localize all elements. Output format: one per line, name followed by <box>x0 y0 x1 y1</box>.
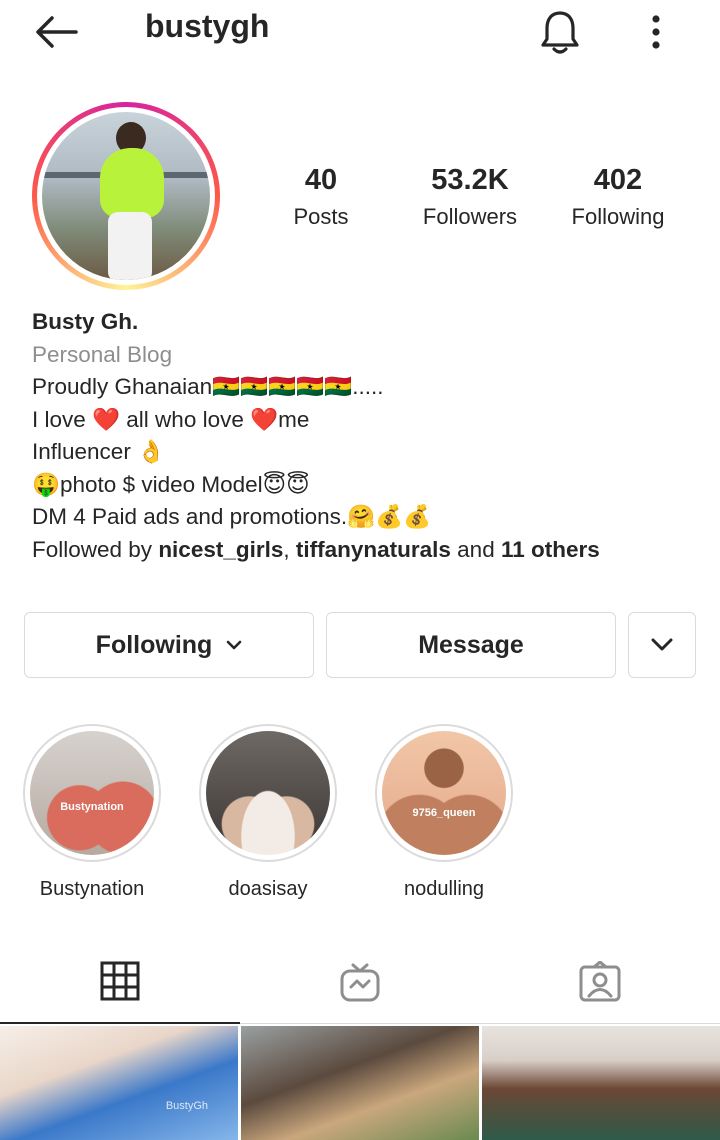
avatar-photo <box>42 112 210 280</box>
highlight-name: doasisay <box>228 878 308 900</box>
following-count[interactable]: 402 Following <box>548 164 688 230</box>
highlight-cover-caption: 9756_queen <box>412 807 476 819</box>
tab-posts-grid[interactable] <box>0 940 240 1024</box>
chevron-down-icon <box>651 638 673 651</box>
top-bar: bustygh <box>0 0 720 64</box>
chevron-down-icon <box>227 640 242 650</box>
following-label: Following <box>571 204 665 229</box>
posts-value: 40 <box>304 164 338 196</box>
followed-by[interactable]: Followed by nicest_girls, tiffanynatural… <box>32 534 702 567</box>
message-button[interactable]: Message <box>326 612 616 678</box>
profile-username: bustygh <box>145 8 270 44</box>
followed-by-prefix: Followed by <box>32 536 159 562</box>
grid-icon <box>100 961 140 1001</box>
notifications-button[interactable] <box>536 8 584 56</box>
message-button-label: Message <box>418 630 524 659</box>
bio-line: 🤑photo $ video Model😇😇 <box>32 471 310 497</box>
highlight-name: nodulling <box>403 878 485 900</box>
posts-count[interactable]: 40 Posts <box>251 164 391 230</box>
followers-value: 53.2K <box>431 164 509 196</box>
highlight-cover: 9756_queen <box>382 731 506 855</box>
highlight-cover <box>206 731 330 855</box>
suggested-accounts-button[interactable] <box>628 612 696 678</box>
bio-line: Influencer 👌 <box>32 439 166 464</box>
profile-category: Personal Blog <box>32 341 173 367</box>
followers-count[interactable]: 53.2K Followers <box>400 164 540 230</box>
highlight-item[interactable]: doasisay <box>198 724 338 901</box>
profile-tabs <box>0 940 720 1024</box>
followed-by-user[interactable]: tiffanynaturals <box>296 537 451 562</box>
bell-icon <box>541 11 579 54</box>
back-button[interactable] <box>28 10 84 54</box>
post-watermark: BustyGh <box>165 1100 208 1112</box>
profile-avatar[interactable] <box>32 102 220 290</box>
post-thumbnail[interactable] <box>241 1026 479 1140</box>
arrow-left-icon <box>36 16 78 48</box>
highlight-item[interactable]: 9756_queen nodulling <box>374 724 514 901</box>
highlight-item[interactable]: Bustynation Bustynation <box>22 724 162 901</box>
highlight-cover-caption: Bustynation <box>60 801 124 813</box>
post-thumbnail[interactable] <box>482 1026 720 1140</box>
followed-by-and: and <box>450 536 501 562</box>
more-vertical-icon <box>652 15 660 49</box>
igtv-icon <box>340 963 380 1002</box>
followers-label: Followers <box>422 204 518 229</box>
following-button-label: Following <box>95 630 213 659</box>
bio-line: DM 4 Paid ads and promotions.🤗💰💰 <box>32 504 432 529</box>
tab-tagged[interactable] <box>480 940 720 1024</box>
profile-bio: Busty Gh. Personal Blog Proudly Ghanaian… <box>32 306 702 566</box>
post-thumbnail[interactable]: BustyGh <box>0 1026 238 1140</box>
more-options-button[interactable] <box>636 8 676 56</box>
bio-line: Proudly Ghanaian🇬🇭🇬🇭🇬🇭🇬🇭🇬🇭..... <box>32 374 384 399</box>
posts-label: Posts <box>293 204 349 229</box>
following-button[interactable]: Following <box>24 612 314 678</box>
followed-by-separator: , <box>283 536 296 562</box>
highlight-cover: Bustynation <box>30 731 154 855</box>
display-name: Busty Gh. <box>32 309 139 334</box>
following-value: 402 <box>593 164 643 196</box>
tab-igtv[interactable] <box>240 940 480 1024</box>
tagged-icon <box>579 961 621 1002</box>
followed-by-user[interactable]: nicest_girls <box>158 537 283 562</box>
bio-line: I love ❤️ all who love ❤️me <box>32 406 310 432</box>
highlight-name: Bustynation <box>39 878 145 900</box>
followed-by-others[interactable]: 11 others <box>501 537 600 562</box>
